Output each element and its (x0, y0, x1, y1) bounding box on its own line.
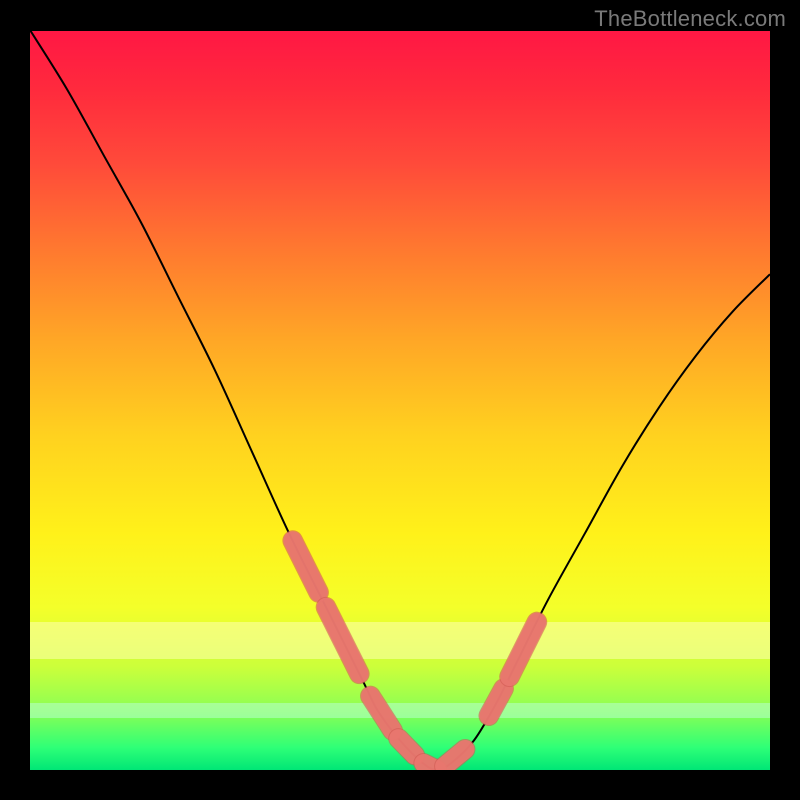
curve-marker-6 (489, 689, 504, 716)
curve-layer (30, 30, 770, 770)
curve-marker-3 (399, 738, 415, 755)
curve-marker-5 (444, 749, 465, 766)
watermark-text: TheBottleneck.com (594, 6, 786, 32)
chart-frame: TheBottleneck.com (0, 0, 800, 800)
curve-marker-7 (510, 622, 537, 677)
bottleneck-curve (30, 30, 770, 770)
plot-area (30, 30, 770, 770)
curve-marker-0 (293, 541, 319, 593)
curve-markers (293, 541, 537, 770)
curve-marker-1 (326, 607, 359, 674)
curve-marker-2 (370, 696, 392, 731)
